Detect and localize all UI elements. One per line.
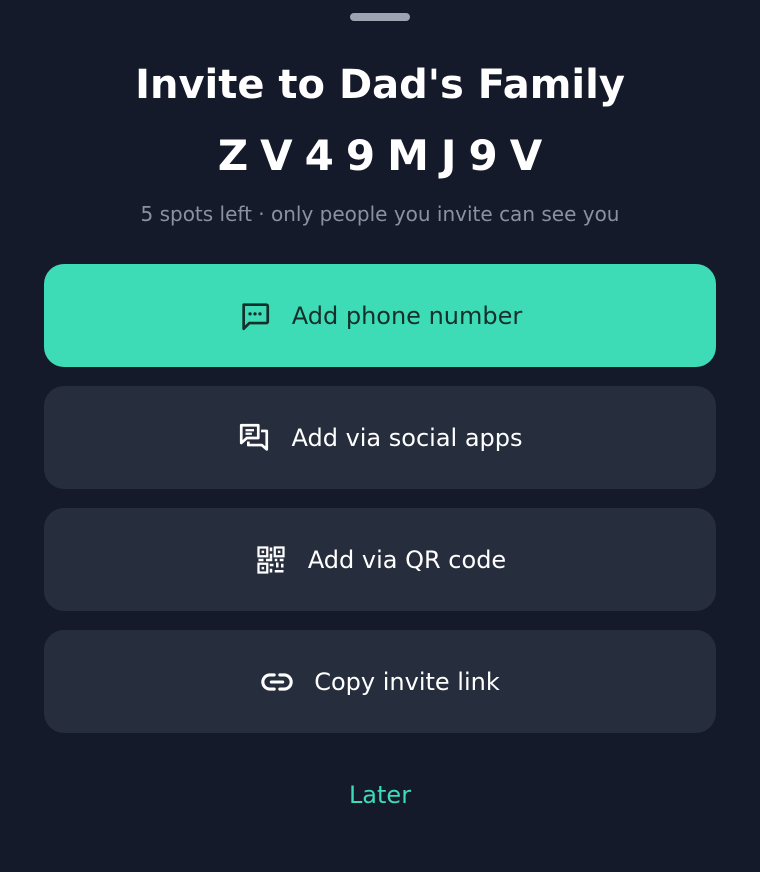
- invite-code: ZV49MJ9V: [217, 131, 555, 180]
- add-via-qr-code-button[interactable]: Add via QR code: [44, 508, 716, 611]
- later-link[interactable]: Later: [300, 778, 460, 812]
- qr-code-icon: [254, 543, 288, 577]
- add-phone-number-label: Add phone number: [291, 301, 523, 330]
- invite-bottom-sheet: Invite to Dad's Family ZV49MJ9V 5 spots …: [0, 0, 760, 872]
- message-icon: [238, 299, 272, 333]
- add-via-social-apps-label: Add via social apps: [291, 423, 523, 452]
- sheet-title: Invite to Dad's Family: [135, 62, 625, 108]
- copy-invite-link-label: Copy invite link: [314, 667, 500, 696]
- add-phone-number-button[interactable]: Add phone number: [44, 264, 716, 367]
- add-via-qr-code-label: Add via QR code: [307, 545, 507, 574]
- copy-invite-link-button[interactable]: Copy invite link: [44, 630, 716, 733]
- link-icon: [260, 665, 294, 699]
- add-via-social-apps-button[interactable]: Add via social apps: [44, 386, 716, 489]
- drag-handle[interactable]: [350, 13, 410, 21]
- chat-icon: [237, 421, 271, 455]
- spots-left-subtitle: 5 spots left · only people you invite ca…: [140, 202, 620, 226]
